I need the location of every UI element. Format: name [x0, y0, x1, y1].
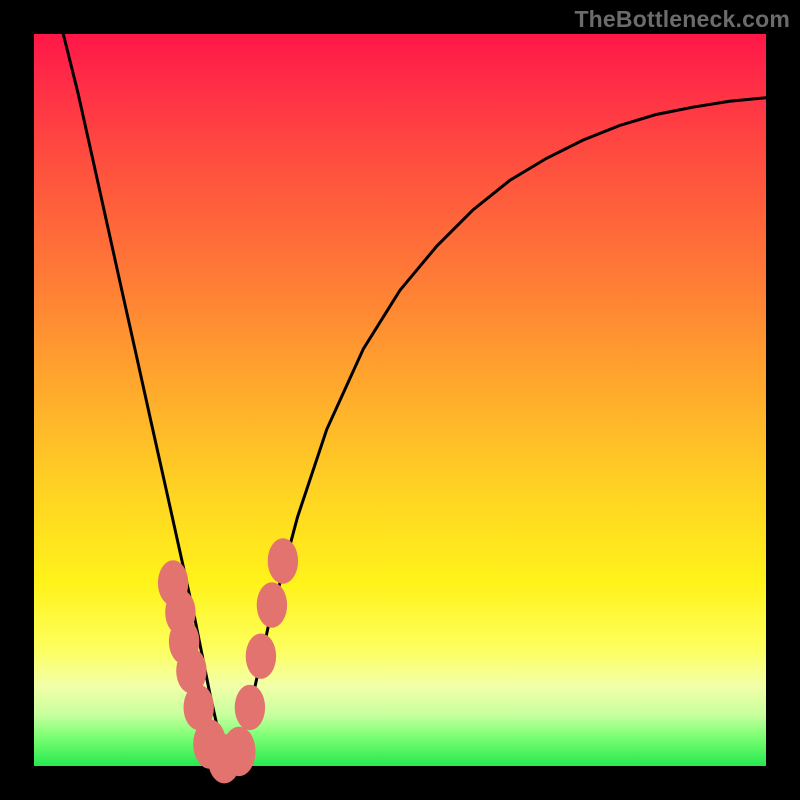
blob-marker	[268, 538, 298, 583]
bottleneck-curve	[63, 34, 766, 759]
blob-marker	[223, 727, 256, 776]
chart-frame: TheBottleneck.com	[0, 0, 800, 800]
chart-svg	[34, 34, 766, 766]
blob-marker	[235, 685, 265, 730]
blob-marker	[257, 582, 287, 627]
watermark-text: TheBottleneck.com	[574, 6, 790, 33]
blob-marker	[246, 634, 276, 679]
trough-blobs	[158, 538, 298, 783]
